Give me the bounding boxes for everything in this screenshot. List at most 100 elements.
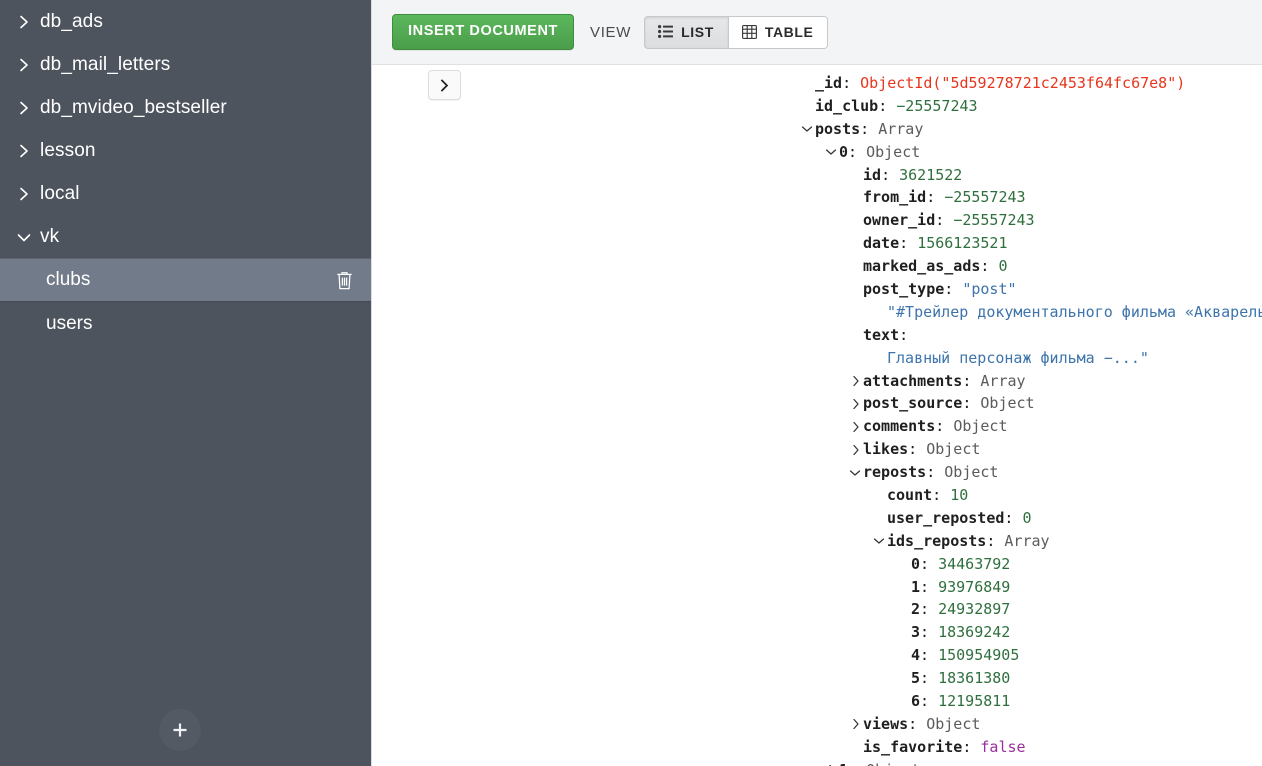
json-value: 12195811	[938, 692, 1011, 711]
sidebar-collection-users[interactable]: users	[0, 302, 371, 346]
json-separator: :	[944, 280, 963, 299]
view-mode-list-button[interactable]: LIST	[644, 15, 729, 49]
chevron-right-icon	[853, 421, 859, 432]
view-mode-table-button[interactable]: TABLE	[728, 15, 829, 49]
json-value: 18361380	[938, 669, 1011, 688]
json-value: Array	[980, 371, 1026, 390]
trash-icon	[336, 271, 352, 289]
chevron-down-icon	[873, 538, 885, 544]
json-separator: :	[920, 623, 939, 642]
json-key: ids_reposts	[887, 531, 987, 550]
insert-document-button[interactable]: INSERT DOCUMENT	[392, 14, 574, 50]
chevron-right-icon	[20, 101, 28, 114]
json-separator: :	[986, 531, 1005, 550]
sidebar-database-db_ads[interactable]: db_ads	[0, 0, 371, 43]
json-value: Object	[866, 142, 921, 161]
sidebar-database-db_mvideo_bestseller[interactable]: db_mvideo_bestseller	[0, 86, 371, 129]
add-database-button[interactable]	[159, 709, 201, 751]
json-key: 1	[839, 759, 848, 766]
json-row: id: 3621522	[372, 164, 1262, 187]
json-key: marked_as_ads	[863, 257, 981, 276]
chevron-right-icon[interactable]	[8, 13, 40, 31]
json-separator: :	[1004, 508, 1023, 527]
json-row: posts: Array	[372, 118, 1262, 141]
view-label: VIEW	[589, 23, 632, 41]
json-expand-arrow[interactable]	[849, 444, 863, 456]
json-row: reposts: Object	[372, 461, 1262, 484]
json-separator: :	[842, 74, 861, 92]
json-collapse-arrow[interactable]	[872, 537, 886, 545]
json-separator: :	[908, 714, 927, 733]
sidebar-database-label: db_mail_letters	[40, 53, 171, 75]
json-key: 6	[911, 692, 921, 711]
json-row: 1: 93976849	[372, 576, 1262, 599]
json-key: text	[863, 325, 900, 344]
json-value: 34463792	[938, 554, 1011, 573]
chevron-right-icon[interactable]	[8, 185, 40, 203]
json-value: false	[980, 737, 1026, 756]
json-row: from_id: −25557243	[372, 186, 1262, 209]
sidebar-database-vk[interactable]: vk	[0, 215, 371, 258]
json-collapse-arrow[interactable]	[824, 148, 838, 156]
json-collapse-arrow[interactable]	[848, 469, 862, 477]
json-separator: :	[848, 759, 866, 766]
sidebar-collection-label: clubs	[46, 269, 91, 290]
json-row: count: 10	[372, 484, 1262, 507]
json-key: likes	[863, 440, 909, 459]
document-expand-toggle[interactable]	[428, 70, 461, 100]
view-mode-list-label: LIST	[681, 23, 714, 40]
json-row: 3: 18369242	[372, 621, 1262, 644]
delete-collection-button[interactable]	[333, 268, 355, 292]
json-row: marked_as_ads: 0	[372, 255, 1262, 278]
json-separator: :	[962, 737, 981, 756]
json-separator: :	[920, 600, 939, 619]
json-separator: :	[962, 371, 981, 390]
chevron-right-icon	[853, 444, 859, 455]
json-expand-arrow[interactable]	[849, 398, 863, 410]
main-panel: INSERT DOCUMENT VIEW LIST TABLE _id: Ob…	[372, 0, 1262, 766]
json-key: id	[863, 165, 882, 184]
sidebar-database-label: local	[40, 182, 80, 204]
json-key: is_favorite	[863, 737, 963, 756]
database-list: db_ads db_mail_letters db_mvideo_bestselle…	[0, 0, 371, 258]
json-value: Главный персонаж фильма −..."	[887, 348, 1149, 367]
json-value: 18369242	[938, 623, 1011, 642]
json-row: 0: Object	[372, 141, 1262, 164]
json-key: owner_id	[863, 211, 936, 230]
json-collapse-arrow[interactable]	[800, 125, 814, 133]
document-viewer: _id: ObjectId("5d59278721c2453f64fc67e8"…	[372, 65, 1262, 766]
json-value: Object	[926, 714, 981, 733]
sidebar-database-local[interactable]: local	[0, 172, 371, 215]
sidebar-database-label: vk	[40, 225, 60, 247]
json-value: Object	[926, 440, 981, 459]
json-row: is_favorite: false	[372, 736, 1262, 759]
json-separator: :	[881, 165, 900, 184]
plus-icon	[173, 723, 187, 737]
app-root: db_ads db_mail_letters db_mvideo_bestselle…	[0, 0, 1262, 766]
chevron-right-icon	[20, 144, 28, 157]
sidebar-database-lesson[interactable]: lesson	[0, 129, 371, 172]
json-key: comments	[863, 417, 936, 436]
json-value: Array	[878, 119, 924, 138]
sidebar-database-db_mail_letters[interactable]: db_mail_letters	[0, 43, 371, 86]
json-row: date: 1566123521	[372, 232, 1262, 255]
json-separator: :	[920, 577, 939, 596]
json-key: 2	[911, 600, 921, 619]
chevron-right-icon[interactable]	[8, 99, 40, 117]
json-row: views: Object	[372, 713, 1262, 736]
json-expand-arrow[interactable]	[849, 375, 863, 387]
json-separator: :	[980, 257, 999, 276]
json-expand-arrow[interactable]	[849, 718, 863, 730]
chevron-down-icon	[801, 126, 813, 132]
sidebar-database-label: db_mvideo_bestseller	[40, 96, 227, 118]
chevron-down-icon[interactable]	[8, 230, 40, 244]
json-expand-arrow[interactable]	[849, 421, 863, 433]
chevron-right-icon[interactable]	[8, 142, 40, 160]
json-value: ObjectId("5d59278721c2453f64fc67e8")	[860, 74, 1186, 92]
json-value: Object	[944, 463, 999, 482]
sidebar-collection-clubs[interactable]: clubs	[0, 258, 371, 302]
chevron-right-icon[interactable]	[8, 56, 40, 74]
json-row: post_type: "post"	[372, 278, 1262, 301]
json-row: _id: ObjectId("5d59278721c2453f64fc67e8"…	[372, 72, 1262, 95]
json-value: −25557243	[944, 188, 1026, 207]
